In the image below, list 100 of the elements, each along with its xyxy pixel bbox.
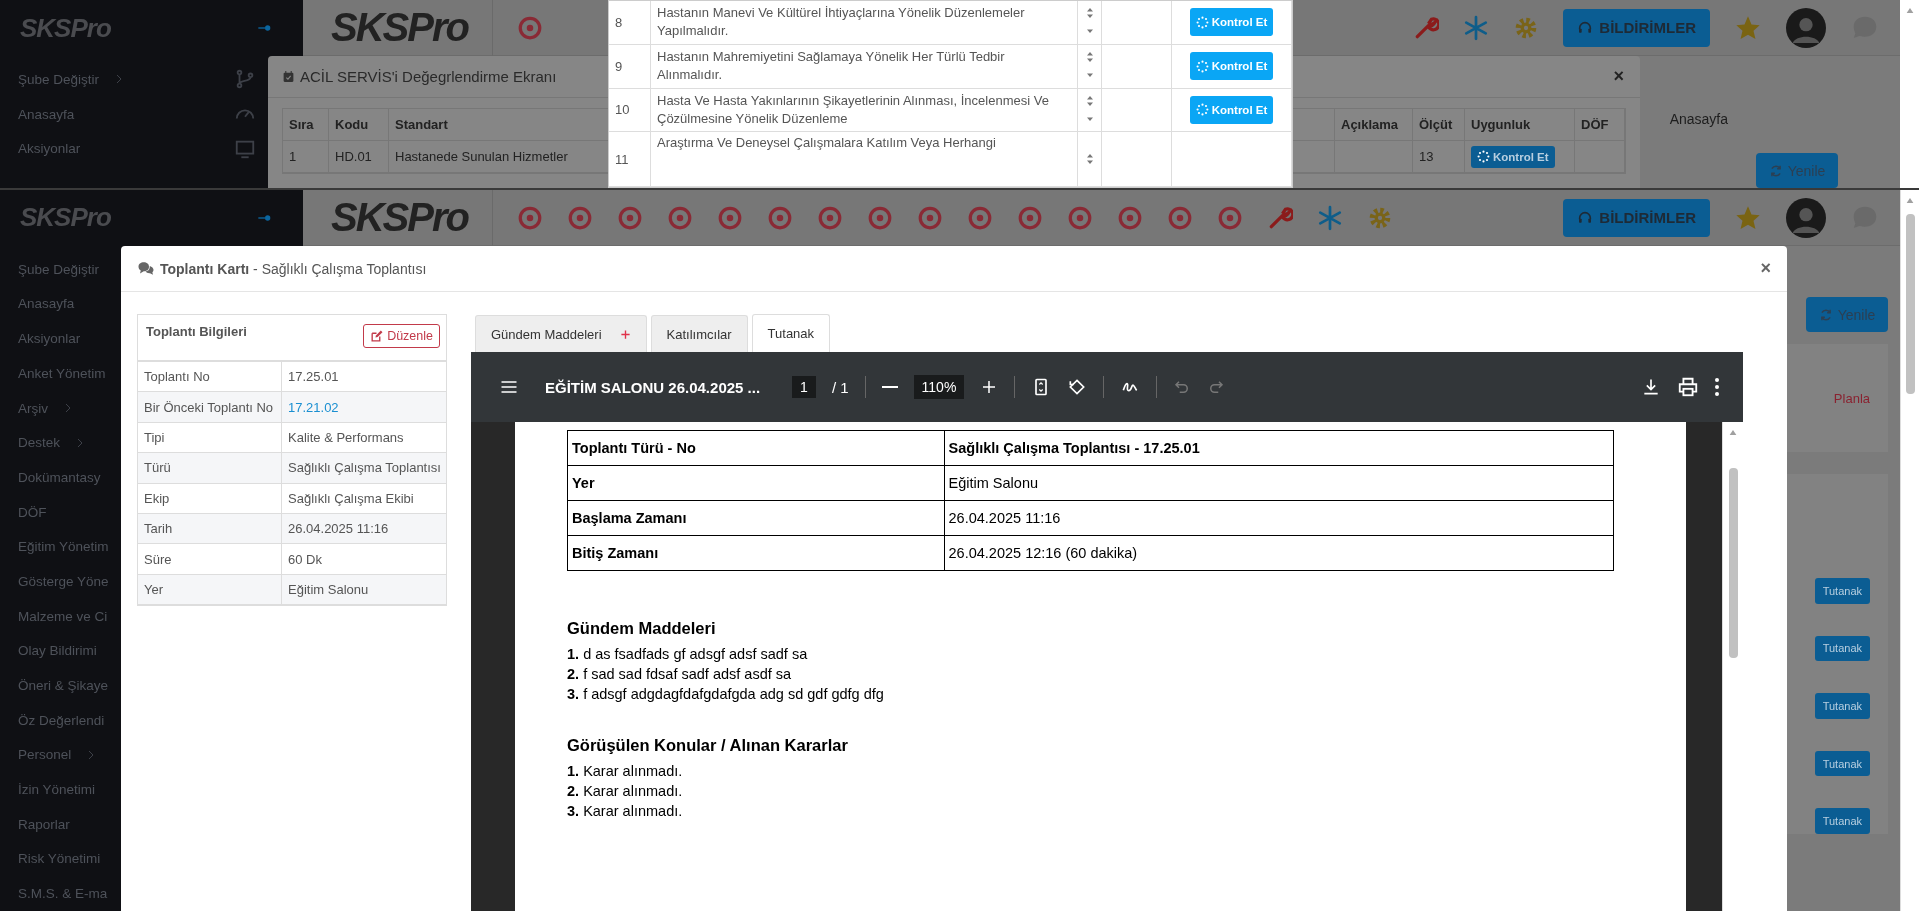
close-button[interactable]: ×: [1758, 258, 1773, 279]
tab[interactable]: Katılımcılar: [650, 315, 748, 352]
refresh-button[interactable]: Yenile: [1756, 153, 1838, 188]
plan-link[interactable]: Planla: [1833, 390, 1870, 406]
sidebar-item[interactable]: Eğitim Yönetim: [0, 529, 119, 565]
minus-icon: [881, 386, 898, 388]
scrollbar-thumb[interactable]: [1905, 214, 1915, 394]
sidebar-item[interactable]: Risk Yönetimi: [0, 841, 119, 877]
tab[interactable]: Tutanak: [751, 314, 831, 352]
refresh-button[interactable]: Yenile: [1806, 297, 1888, 332]
avatar-icon[interactable]: [1786, 7, 1826, 48]
target-icon[interactable]: [766, 204, 793, 231]
breadcrumb[interactable]: Anasayfa: [1669, 102, 1728, 127]
target-icon[interactable]: [566, 204, 593, 231]
table-cell: 1: [283, 141, 329, 173]
column-header: Sıra: [283, 109, 329, 141]
panel-title: Toplantı Bilgileri: [146, 324, 247, 339]
standard-text: Hasta Ve Hasta Yakınlarının Şikayetlerinin Alınması, İncelenmesi Ve Çözülmesine Yönelik Düzenleme: [651, 88, 1078, 132]
notifications-button[interactable]: BİLDİRİMLER: [1563, 198, 1710, 237]
sidebar-item[interactable]: Öz Değerlendi: [0, 702, 119, 738]
target-icon[interactable]: [516, 204, 543, 231]
branch-icon: [234, 68, 256, 91]
scroll-up-icon[interactable]: [1728, 428, 1738, 438]
sidebar-item[interactable]: İzin Yönetimi: [0, 772, 119, 807]
sidebar-item[interactable]: Anket Yönetim: [0, 356, 119, 391]
field-value: Kalite & Performans: [287, 428, 405, 447]
check-button[interactable]: Kontrol Et: [1189, 8, 1274, 37]
sidebar-item[interactable]: DÖF: [0, 494, 119, 530]
field-value: 17.25.01: [287, 368, 340, 387]
field-label: Ekip: [138, 483, 282, 513]
target-icon[interactable]: [916, 204, 943, 231]
check-button[interactable]: Kontrol Et: [1471, 145, 1555, 168]
edit-button[interactable]: Düzenle: [363, 324, 440, 348]
scroll-up-icon[interactable]: [1905, 196, 1915, 206]
field-value: Sağlıklı Çalışma Toplantısı: [287, 459, 442, 478]
snowflake-icon[interactable]: [1316, 204, 1343, 231]
snowflake-icon[interactable]: [1463, 14, 1490, 41]
calendar-check-icon: [282, 70, 295, 83]
avatar-icon[interactable]: [1786, 197, 1826, 238]
check-button[interactable]: Kontrol Et: [1189, 52, 1274, 81]
close-button[interactable]: ×: [1611, 66, 1626, 87]
minutes-button[interactable]: Tutanak: [1814, 635, 1870, 662]
sidebar-item[interactable]: Dokümantasy: [0, 460, 119, 495]
target-icon[interactable]: [866, 204, 893, 231]
page-number-field[interactable]: 1: [792, 376, 816, 398]
sidebar-item[interactable]: Anasayfa: [0, 96, 264, 132]
notifications-button[interactable]: BİLDİRİMLER: [1563, 8, 1710, 47]
target-icon[interactable]: [966, 204, 993, 231]
zoom-field[interactable]: 110%: [913, 375, 965, 399]
target-icon[interactable]: [1166, 204, 1193, 231]
target-icon[interactable]: [1066, 204, 1093, 231]
sidebar-item[interactable]: S.M.S. & E-ma: [0, 876, 119, 911]
field-label: Yer: [138, 574, 282, 605]
scroll-up-icon[interactable]: [1904, 6, 1915, 16]
sidebar-item[interactable]: Gösterge Yöne: [0, 564, 119, 599]
sidebar-item[interactable]: Raporlar: [0, 806, 119, 842]
table-cell: Toplantı Türü - No: [567, 430, 945, 466]
target-icon[interactable]: [816, 204, 843, 231]
column-header: Uygunluk: [1465, 109, 1575, 141]
target-icon[interactable]: [666, 204, 693, 231]
table-cell: Eğitim Salonu: [944, 465, 1614, 501]
sidebar-item[interactable]: Öneri & Şikaye: [0, 668, 119, 703]
download-button[interactable]: [1641, 377, 1661, 397]
headset-icon: [1577, 19, 1594, 36]
print-button[interactable]: [1677, 376, 1699, 398]
sidebar-item[interactable]: Aksiyonlar: [0, 321, 119, 356]
modal-title: Toplantı Kartı - Sağlıklı Çalışma Toplantısı: [160, 260, 427, 277]
add-icon[interactable]: [619, 328, 631, 340]
sidebar-item[interactable]: Şube Değiştir: [0, 251, 119, 287]
headset-icon: [1577, 209, 1594, 226]
target-icon[interactable]: [1016, 204, 1043, 231]
sidebar-item[interactable]: Anasayfa: [0, 286, 119, 322]
check-button[interactable]: Kontrol Et: [1189, 95, 1274, 124]
minutes-button[interactable]: Tutanak: [1814, 750, 1870, 777]
minutes-button[interactable]: Tutanak: [1814, 808, 1870, 834]
target-icon[interactable]: [1216, 204, 1243, 231]
sidebar-item[interactable]: Arşiv: [0, 390, 119, 426]
list-item: 3. f adsgf adgdagfdafgdafgda adg sd gdf gdfg dfg: [567, 686, 885, 702]
previous-meeting-link[interactable]: 17.21.02: [282, 392, 446, 422]
sidebar-item[interactable]: Olay Bildirimi: [0, 633, 119, 669]
scrollbar-thumb[interactable]: [1728, 468, 1738, 658]
wrench-icon[interactable]: [1413, 14, 1440, 41]
more-button[interactable]: [1715, 378, 1719, 396]
redo-button[interactable]: [1207, 378, 1226, 396]
minutes-button[interactable]: Tutanak: [1814, 578, 1870, 604]
section-heading: Gündem Maddeleri: [567, 619, 717, 638]
sidebar-item[interactable]: Malzeme ve Ci: [0, 598, 119, 634]
target-icon[interactable]: [616, 204, 643, 231]
target-icon[interactable]: [516, 14, 543, 41]
minutes-button[interactable]: Tutanak: [1814, 693, 1870, 719]
sidebar-item[interactable]: Aksiyonlar: [0, 131, 264, 167]
sidebar-item[interactable]: Destek: [0, 425, 119, 461]
target-icon[interactable]: [1116, 204, 1143, 231]
print-icon: [1677, 376, 1699, 398]
target-icon[interactable]: [716, 204, 743, 231]
table-cell: Sağlıklı Çalışma Toplantısı - 17.25.01: [944, 430, 1614, 466]
table-cell: Başlama Zamanı: [567, 500, 945, 536]
tab[interactable]: Gündem Maddeleri: [475, 315, 647, 352]
sidebar-item[interactable]: Personel: [0, 737, 119, 773]
sidebar-item[interactable]: Şube Değiştir: [0, 62, 264, 97]
